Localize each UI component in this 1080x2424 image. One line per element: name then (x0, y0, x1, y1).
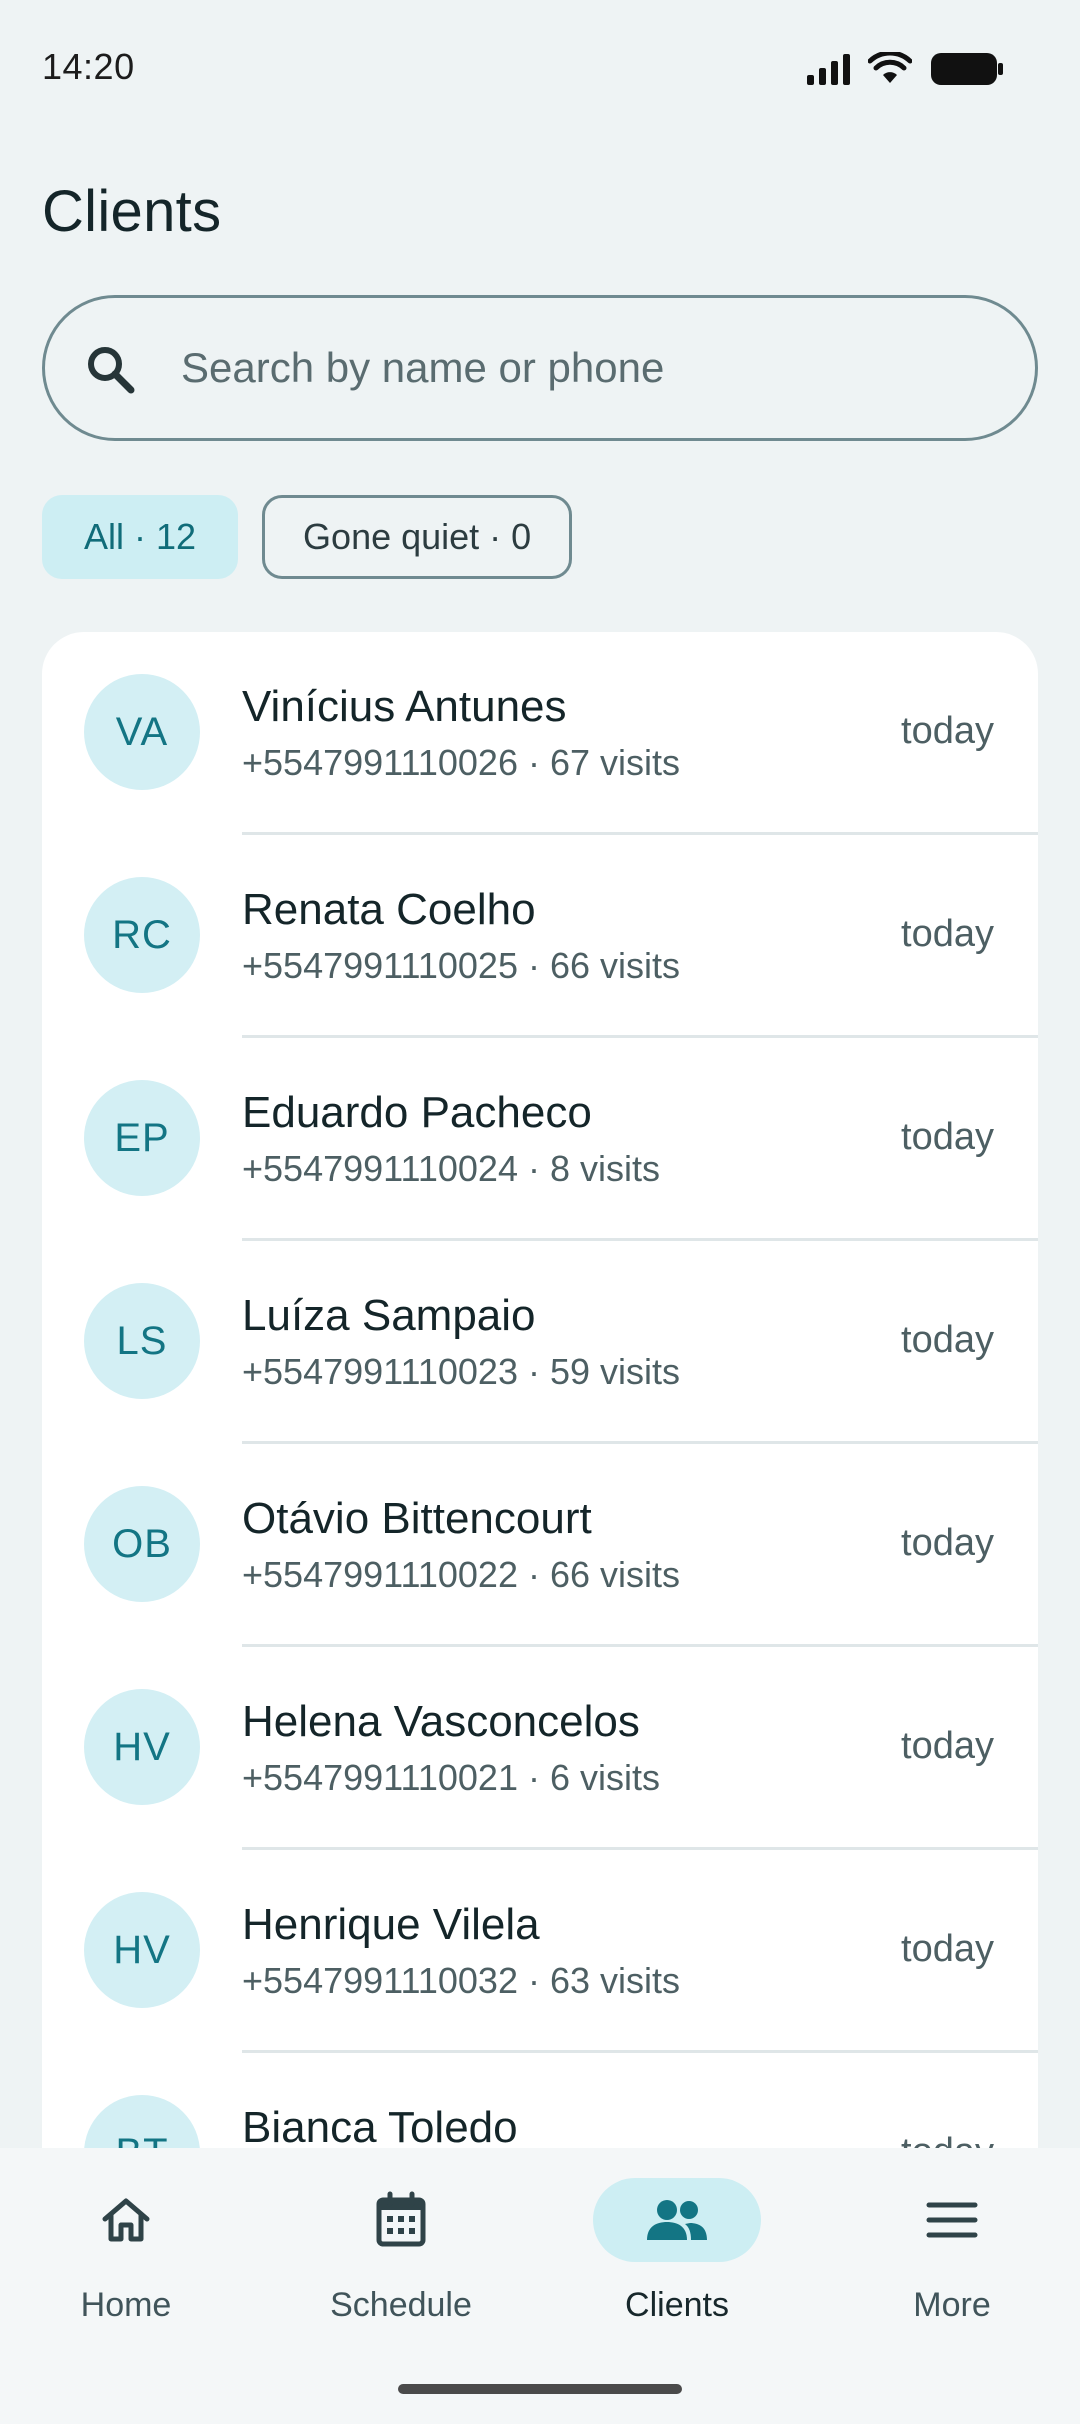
nav-home[interactable]: Home (16, 2178, 236, 2368)
client-last-seen: today (901, 710, 994, 752)
nav-schedule-label: Schedule (330, 2286, 472, 2324)
nav-home-label: Home (80, 2286, 172, 2324)
filter-chip-gone-quiet[interactable]: Gone quiet · 0 (262, 495, 573, 579)
client-row[interactable]: EP Eduardo Pacheco +5547991110024 · 8 vi… (42, 1038, 1038, 1241)
client-last-seen: today (901, 1522, 994, 1564)
client-name: Renata Coelho (242, 885, 536, 934)
nav-more[interactable]: More (842, 2178, 1062, 2368)
filter-chips: All · 12 Gone quiet · 0 (42, 495, 573, 579)
home-indicator (398, 2384, 682, 2394)
client-row[interactable]: OB Otávio Bittencourt +5547991110022 · 6… (42, 1444, 1038, 1647)
search-icon (88, 347, 135, 394)
home-icon (102, 2198, 150, 2242)
wifi-icon (868, 52, 912, 86)
nav-clients[interactable]: Clients (567, 2178, 787, 2368)
client-name: Helena Vasconcelos (242, 1697, 640, 1746)
clients-screen: 14:20 Clients Search by name or phone Al… (0, 0, 1080, 2424)
client-detail: +5547991110032 · 63 visits (242, 1960, 680, 2001)
avatar: VA (84, 674, 200, 790)
client-row[interactable]: BT Bianca Toledo today (42, 2053, 1038, 2152)
avatar: LS (84, 1283, 200, 1399)
nav-schedule[interactable]: Schedule (291, 2178, 511, 2368)
client-name: Otávio Bittencourt (242, 1494, 592, 1543)
people-icon (647, 2200, 707, 2240)
client-detail: +5547991110026 · 67 visits (242, 742, 680, 783)
status-time: 14:20 (42, 46, 135, 87)
page-title: Clients (42, 179, 222, 244)
search-bar[interactable] (42, 295, 1038, 441)
client-last-seen: today (901, 1116, 994, 1158)
filter-chip-all[interactable]: All · 12 (42, 495, 239, 579)
battery-icon (930, 52, 1004, 86)
calendar-icon (376, 2191, 426, 2247)
avatar: BT (84, 2095, 200, 2152)
client-detail: +5547991110021 · 6 visits (242, 1757, 660, 1798)
client-name: Eduardo Pacheco (242, 1088, 592, 1137)
client-detail: +5547991110025 · 66 visits (242, 945, 680, 986)
signal-icon (807, 53, 850, 85)
client-row[interactable]: HV Henrique Vilela +5547991110032 · 63 v… (42, 1850, 1038, 2053)
menu-icon (926, 2202, 978, 2238)
avatar: HV (84, 1892, 200, 2008)
avatar: HV (84, 1689, 200, 1805)
client-last-seen: today (901, 1319, 994, 1361)
search-input[interactable] (181, 298, 1001, 438)
client-row[interactable]: HV Helena Vasconcelos +5547991110021 · 6… (42, 1647, 1038, 1850)
avatar: RC (84, 877, 200, 993)
client-list: VA Vinícius Antunes +5547991110026 · 67 … (42, 632, 1038, 2152)
bottom-navigation: Home Schedule Clients More (0, 2148, 1080, 2424)
client-last-seen: today (901, 1725, 994, 1767)
status-bar: 14:20 (0, 0, 1080, 140)
client-name: Henrique Vilela (242, 1900, 540, 1949)
client-row[interactable]: LS Luíza Sampaio +5547991110023 · 59 vis… (42, 1241, 1038, 1444)
client-last-seen: today (901, 1928, 994, 1970)
client-last-seen: today (901, 913, 994, 955)
client-detail: +5547991110024 · 8 visits (242, 1148, 660, 1189)
nav-clients-label: Clients (625, 2286, 729, 2324)
client-detail: +5547991110022 · 66 visits (242, 1554, 680, 1595)
status-icons (807, 52, 1004, 86)
client-name: Vinícius Antunes (242, 682, 567, 731)
client-name: Luíza Sampaio (242, 1291, 536, 1340)
client-detail: +5547991110023 · 59 visits (242, 1351, 680, 1392)
nav-more-label: More (913, 2286, 991, 2324)
client-row[interactable]: VA Vinícius Antunes +5547991110026 · 67 … (42, 632, 1038, 835)
client-name: Bianca Toledo (242, 2103, 518, 2152)
avatar: OB (84, 1486, 200, 1602)
avatar: EP (84, 1080, 200, 1196)
client-row[interactable]: RC Renata Coelho +5547991110025 · 66 vis… (42, 835, 1038, 1038)
